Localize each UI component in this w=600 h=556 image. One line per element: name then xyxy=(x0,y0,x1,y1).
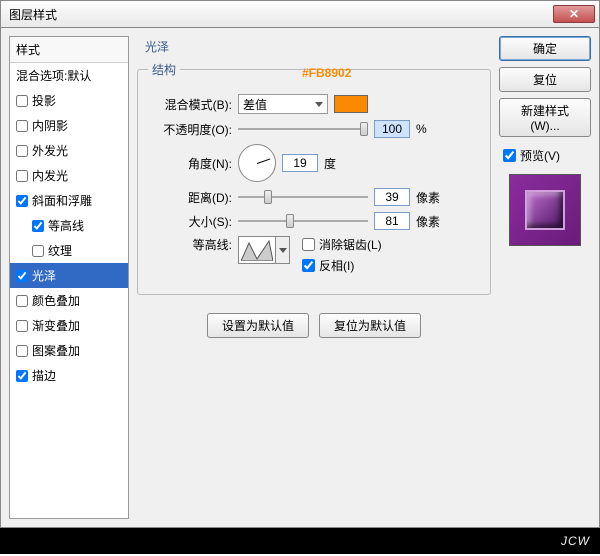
settings-panel: 光泽 结构 #FB8902 混合模式(B): 差值 不透明度(O): xyxy=(137,36,491,519)
size-label: 大小(S): xyxy=(152,213,232,230)
opacity-row: 不透明度(O): % xyxy=(152,120,476,138)
checkbox[interactable] xyxy=(16,95,28,107)
chevron-down-icon xyxy=(315,102,323,107)
slider-thumb[interactable] xyxy=(286,214,294,228)
blend-mode-row: 混合模式(B): 差值 xyxy=(152,94,476,114)
new-style-button[interactable]: 新建样式(W)... xyxy=(499,98,591,137)
distance-slider[interactable] xyxy=(238,190,368,204)
checkbox[interactable] xyxy=(16,345,28,357)
ok-button[interactable]: 确定 xyxy=(499,36,591,61)
distance-unit: 像素 xyxy=(416,189,440,206)
style-pattern-overlay[interactable]: 图案叠加 xyxy=(10,338,128,363)
preview-checkbox[interactable]: 预览(V) xyxy=(503,147,591,164)
checkbox[interactable] xyxy=(16,145,28,157)
style-texture[interactable]: 纹理 xyxy=(10,238,128,263)
titlebar[interactable]: 图层样式 ✕ xyxy=(0,0,600,28)
dialog-body: 样式 混合选项:默认 投影 内阴影 外发光 内发光 斜面和浮雕 等高线 纹理 光… xyxy=(0,28,600,528)
layer-style-dialog: 图层样式 ✕ 样式 混合选项:默认 投影 内阴影 外发光 内发光 斜面和浮雕 等… xyxy=(0,0,600,556)
opacity-slider[interactable] xyxy=(238,122,368,136)
preview-thumbnail xyxy=(509,174,581,246)
size-unit: 像素 xyxy=(416,213,440,230)
blend-mode-select[interactable]: 差值 xyxy=(238,94,328,114)
style-gradient-overlay[interactable]: 渐变叠加 xyxy=(10,313,128,338)
footer-watermark: JCW xyxy=(0,528,600,554)
style-bevel-emboss[interactable]: 斜面和浮雕 xyxy=(10,188,128,213)
angle-dial[interactable] xyxy=(238,144,276,182)
cancel-button[interactable]: 复位 xyxy=(499,67,591,92)
angle-label: 角度(N): xyxy=(152,155,232,172)
checkbox[interactable] xyxy=(16,195,28,207)
preview-shape xyxy=(525,190,565,230)
chevron-down-icon xyxy=(279,248,287,253)
panel-title: 光泽 xyxy=(137,36,491,61)
checkbox[interactable] xyxy=(16,295,28,307)
distance-input[interactable] xyxy=(374,188,410,206)
color-swatch[interactable] xyxy=(334,95,368,113)
size-input[interactable] xyxy=(374,212,410,230)
style-drop-shadow[interactable]: 投影 xyxy=(10,88,128,113)
checkbox[interactable] xyxy=(16,170,28,182)
distance-label: 距离(D): xyxy=(152,189,232,206)
style-contour[interactable]: 等高线 xyxy=(10,213,128,238)
blend-mode-label: 混合模式(B): xyxy=(152,96,232,113)
angle-unit: 度 xyxy=(324,155,336,172)
angle-input[interactable] xyxy=(282,154,318,172)
set-default-button[interactable]: 设置为默认值 xyxy=(207,313,309,338)
checkbox[interactable] xyxy=(32,245,44,257)
size-slider[interactable] xyxy=(238,214,368,228)
checkbox[interactable] xyxy=(16,120,28,132)
antialias-checkbox[interactable]: 消除锯齿(L) xyxy=(302,236,382,253)
default-buttons-row: 设置为默认值 复位为默认值 xyxy=(137,313,491,338)
close-button[interactable]: ✕ xyxy=(553,5,595,23)
style-color-overlay[interactable]: 颜色叠加 xyxy=(10,288,128,313)
hex-annotation: #FB8902 xyxy=(302,66,351,80)
size-row: 大小(S): 像素 xyxy=(152,212,476,230)
checkbox[interactable] xyxy=(32,220,44,232)
style-outer-glow[interactable]: 外发光 xyxy=(10,138,128,163)
checkbox[interactable] xyxy=(16,370,28,382)
contour-label: 等高线: xyxy=(152,236,232,253)
opacity-label: 不透明度(O): xyxy=(152,121,232,138)
invert-checkbox[interactable]: 反相(I) xyxy=(302,257,382,274)
styles-list: 样式 混合选项:默认 投影 内阴影 外发光 内发光 斜面和浮雕 等高线 纹理 光… xyxy=(9,36,129,519)
style-inner-glow[interactable]: 内发光 xyxy=(10,163,128,188)
action-panel: 确定 复位 新建样式(W)... 预览(V) xyxy=(499,36,591,519)
slider-thumb[interactable] xyxy=(360,122,368,136)
style-stroke[interactable]: 描边 xyxy=(10,363,128,388)
distance-row: 距离(D): 像素 xyxy=(152,188,476,206)
opacity-input[interactable] xyxy=(374,120,410,138)
style-satin[interactable]: 光泽 xyxy=(10,263,128,288)
group-legend: 结构 xyxy=(148,61,180,78)
close-icon: ✕ xyxy=(569,7,579,21)
structure-group: 结构 #FB8902 混合模式(B): 差值 不透明度(O): xyxy=(137,61,491,295)
style-inner-shadow[interactable]: 内阴影 xyxy=(10,113,128,138)
blend-options-default[interactable]: 混合选项:默认 xyxy=(10,63,128,88)
opacity-unit: % xyxy=(416,122,427,136)
contour-picker[interactable] xyxy=(238,236,276,264)
contour-row: 等高线: 消除锯齿(L) 反相(I) xyxy=(152,236,476,274)
checkbox[interactable] xyxy=(16,320,28,332)
styles-header: 样式 xyxy=(10,37,128,63)
angle-row: 角度(N): 度 xyxy=(152,144,476,182)
contour-dropdown[interactable] xyxy=(276,236,290,264)
checkbox[interactable] xyxy=(16,270,28,282)
window-title: 图层样式 xyxy=(5,6,553,23)
slider-thumb[interactable] xyxy=(264,190,272,204)
reset-default-button[interactable]: 复位为默认值 xyxy=(319,313,421,338)
